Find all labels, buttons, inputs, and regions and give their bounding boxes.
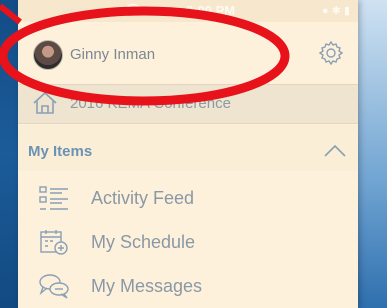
background-right: [357, 0, 387, 308]
status-time: 8:00 PM: [186, 3, 236, 18]
conference-home-row[interactable]: 2016 KEMA Conference: [18, 84, 358, 124]
menu-item-my-messages[interactable]: My Messages: [18, 264, 358, 308]
status-icons: ● ✱ ▮: [321, 5, 350, 17]
status-bar: Verizon 8:00 PM ● ✱ ▮: [18, 0, 358, 22]
wifi-icon: [126, 3, 140, 14]
home-icon: [33, 91, 57, 114]
carrier-label: Verizon: [62, 4, 104, 18]
menu-item-activity-feed[interactable]: Activity Feed: [18, 176, 358, 220]
chat-bubbles-icon: [39, 274, 69, 299]
gear-icon[interactable]: [318, 40, 344, 66]
my-items-header[interactable]: My Items: [18, 125, 358, 171]
section-title: My Items: [28, 143, 93, 160]
menu-item-my-schedule[interactable]: My Schedule: [18, 220, 358, 264]
side-menu-panel: Verizon 8:00 PM ● ✱ ▮ Ginny Inman 2016 K…: [18, 0, 358, 308]
user-name[interactable]: Ginny Inman: [70, 46, 155, 63]
avatar[interactable]: [33, 40, 63, 70]
profile-row[interactable]: Ginny Inman: [18, 22, 358, 84]
menu-item-label: Activity Feed: [91, 188, 195, 208]
activity-feed-icon: [39, 186, 68, 210]
menu-item-label: My Schedule: [91, 232, 196, 252]
menu-item-label: My Messages: [91, 276, 203, 296]
conference-title: 2016 KEMA Conference: [70, 95, 231, 112]
calendar-add-icon: [40, 230, 68, 255]
chevron-up-icon[interactable]: [324, 145, 346, 157]
